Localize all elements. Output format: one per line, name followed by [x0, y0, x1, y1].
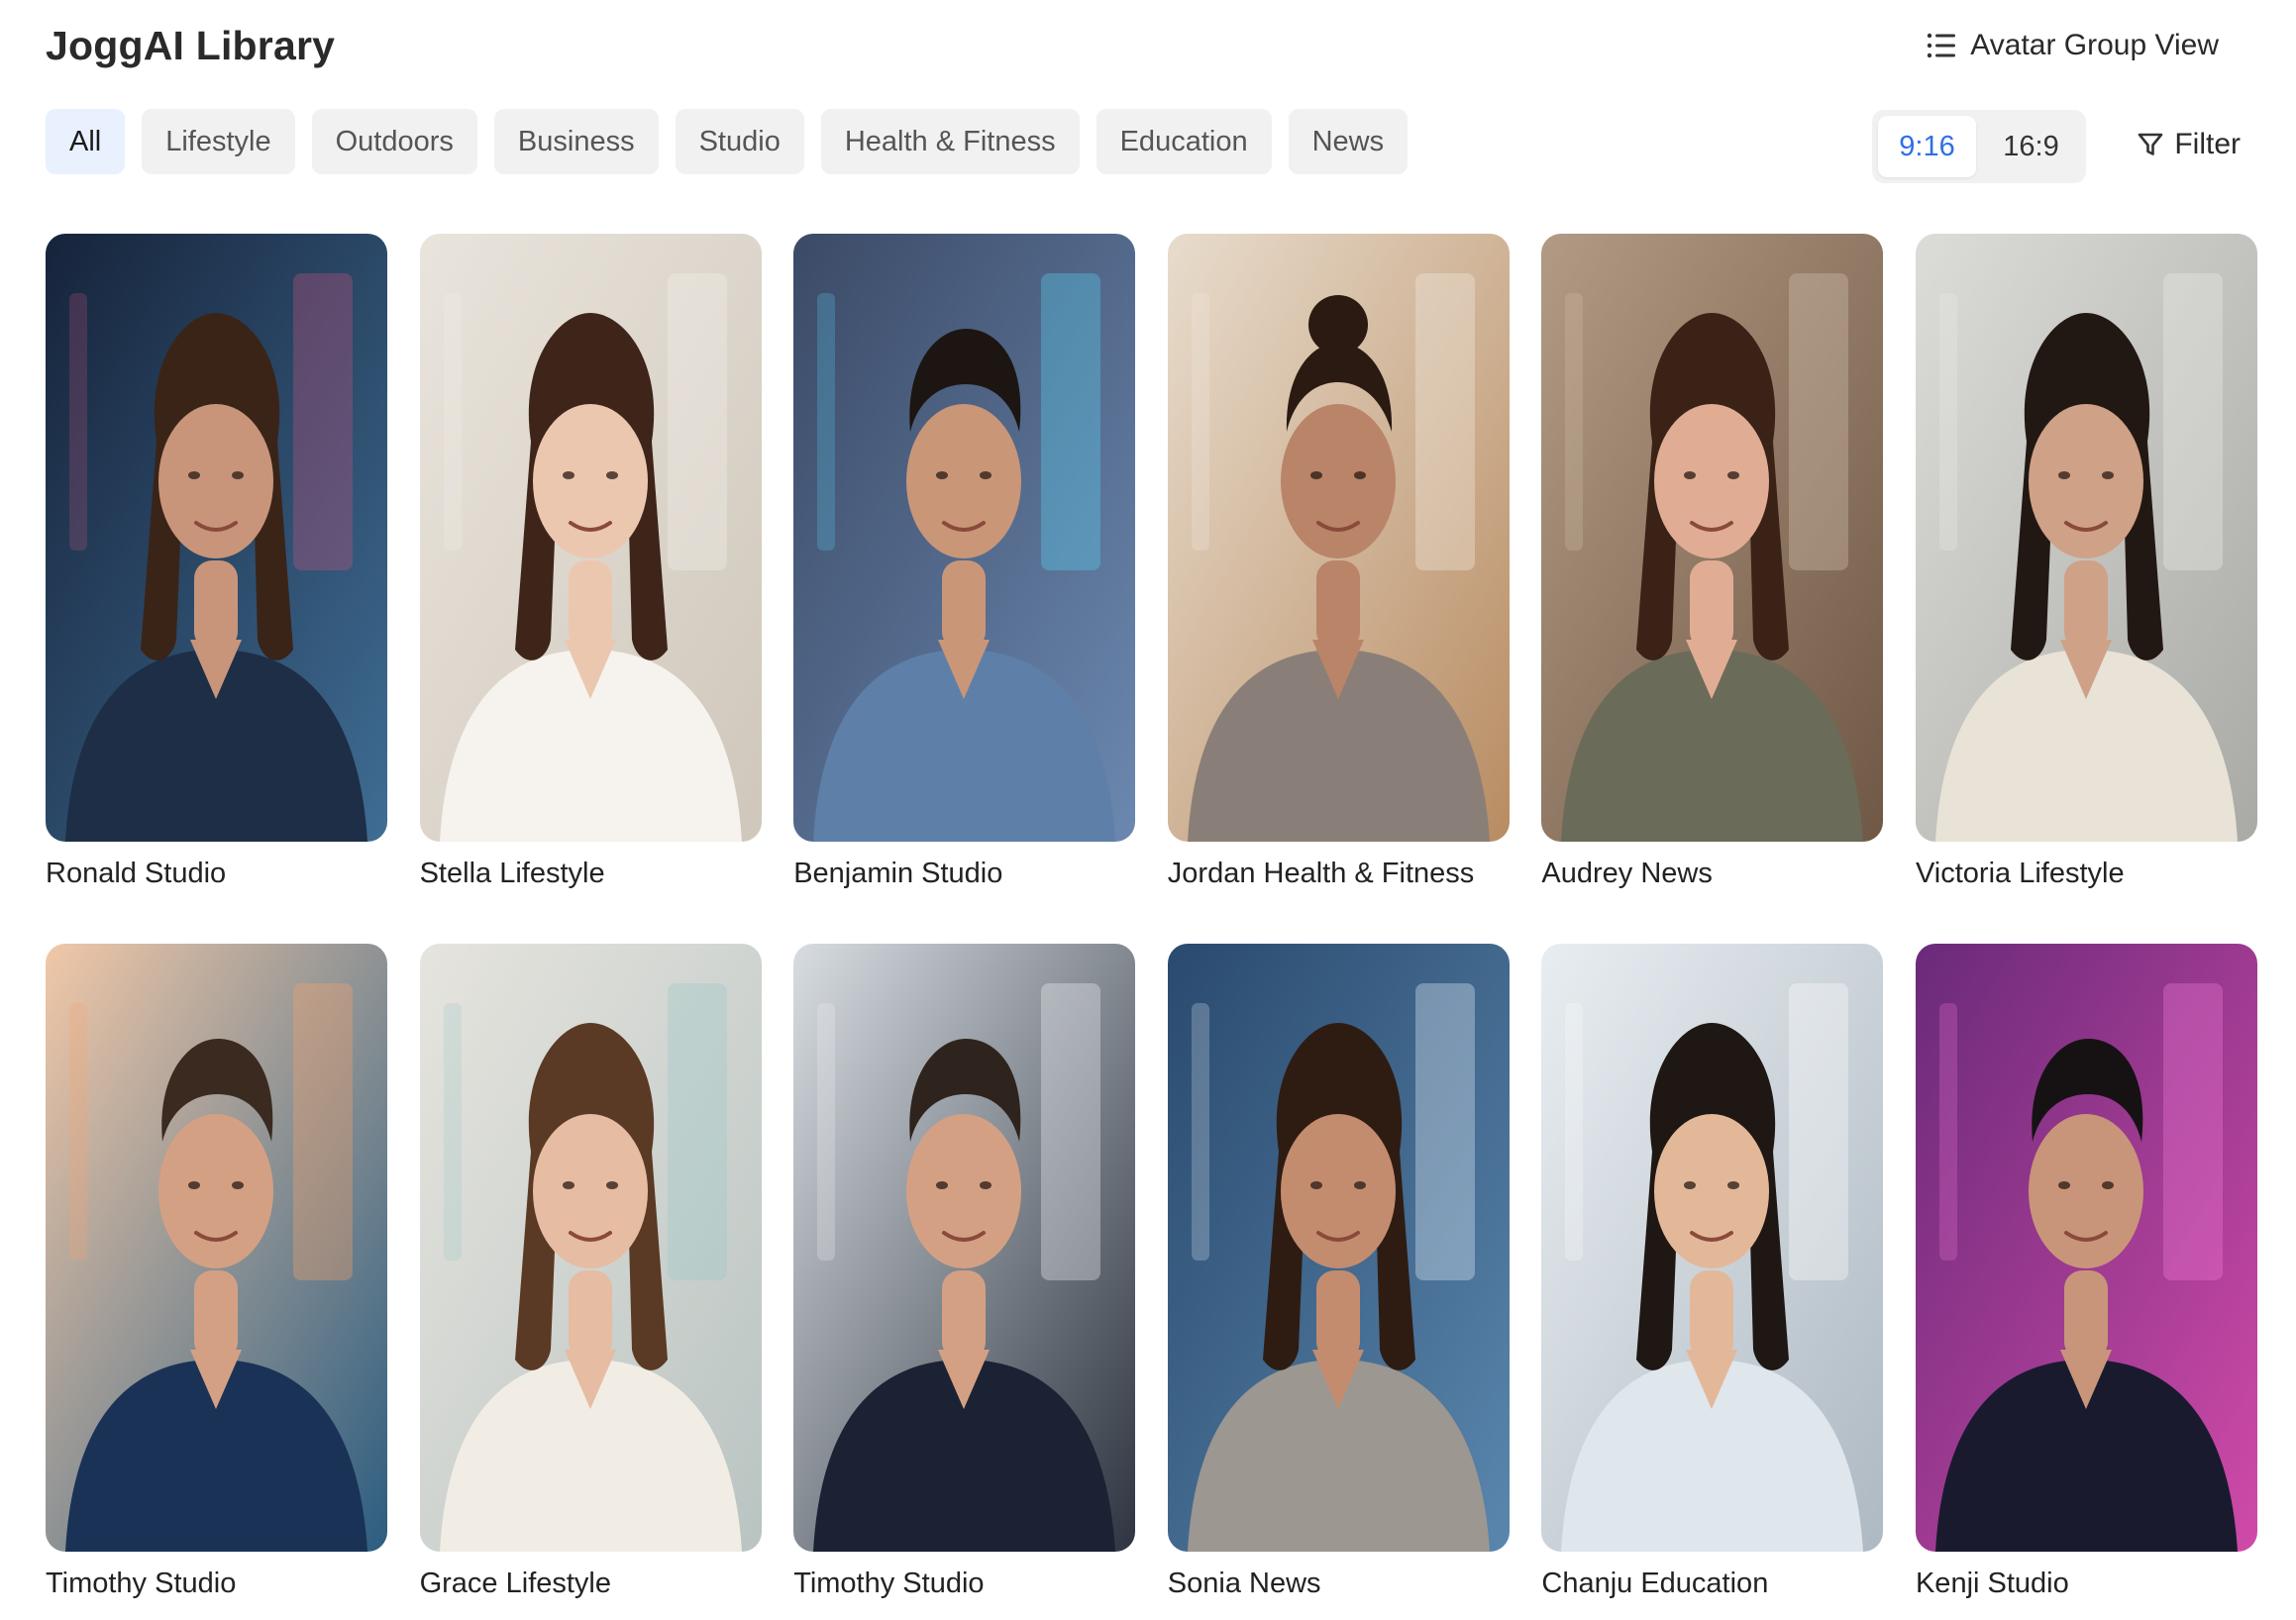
- avatar-thumbnail: [1915, 944, 2257, 1552]
- funnel-icon: [2137, 131, 2164, 158]
- category-tabs: All Lifestyle Outdoors Business Studio H…: [46, 109, 1409, 174]
- avatar-thumbnail: [419, 234, 762, 842]
- avatar-thumbnail: [1541, 944, 1884, 1552]
- avatar-name: Timothy Studio: [793, 1568, 985, 1599]
- avatar-thumbnail: [793, 944, 1136, 1552]
- avatar-card[interactable]: Victoria Lifestyle: [1915, 234, 2257, 890]
- avatar-card[interactable]: Kenji Studio: [1915, 944, 2257, 1600]
- avatar-name: Kenji Studio: [1915, 1568, 2069, 1599]
- avatar-card[interactable]: Stella Lifestyle: [419, 234, 762, 890]
- avatar-name: Sonia News: [1167, 1568, 1321, 1599]
- avatar-name: Timothy Studio: [46, 1568, 237, 1599]
- aspect-ratio-toggle: 9:16 16:9: [1872, 110, 2086, 183]
- category-chip-business[interactable]: Business: [493, 109, 659, 174]
- avatar-card[interactable]: Sonia News: [1167, 944, 1510, 1600]
- avatar-card[interactable]: Benjamin Studio: [793, 234, 1136, 890]
- avatar-card[interactable]: Timothy Studio: [46, 944, 387, 1600]
- avatar-group-view-button[interactable]: Avatar Group View: [1927, 24, 2219, 67]
- avatar-thumbnail: [1167, 944, 1510, 1552]
- avatar-name: Jordan Health & Fitness: [1167, 858, 1475, 889]
- category-chip-news[interactable]: News: [1288, 109, 1409, 174]
- avatar-thumbnail: [419, 944, 762, 1552]
- list-icon: [1927, 33, 1956, 58]
- category-chip-outdoors[interactable]: Outdoors: [311, 109, 477, 174]
- avatar-name: Ronald Studio: [46, 858, 227, 889]
- filter-button[interactable]: Filter: [2137, 123, 2241, 166]
- avatar-thumbnail: [46, 944, 387, 1552]
- category-chip-health-fitness[interactable]: Health & Fitness: [820, 109, 1080, 174]
- category-chip-studio[interactable]: Studio: [675, 109, 804, 174]
- avatar-name: Victoria Lifestyle: [1915, 858, 2125, 889]
- avatar-name: Stella Lifestyle: [419, 858, 605, 889]
- ratio-option-9-16[interactable]: 9:16: [1878, 116, 1976, 177]
- avatar-group-view-label: Avatar Group View: [1970, 29, 2219, 61]
- avatar-thumbnail: [1541, 234, 1884, 842]
- category-chip-lifestyle[interactable]: Lifestyle: [142, 109, 295, 174]
- avatar-grid: Ronald Studio Stella Lifestyle Benjamin St…: [46, 234, 2257, 1600]
- avatar-card[interactable]: Grace Lifestyle: [419, 944, 762, 1600]
- avatar-thumbnail: [46, 234, 387, 842]
- avatar-card[interactable]: Ronald Studio: [46, 234, 387, 890]
- ratio-option-16-9[interactable]: 16:9: [1982, 116, 2080, 177]
- avatar-name: Benjamin Studio: [793, 858, 1003, 889]
- category-chip-all[interactable]: All: [46, 109, 126, 174]
- page-title: JoggAI Library: [46, 23, 336, 68]
- avatar-card[interactable]: Audrey News: [1541, 234, 1884, 890]
- avatar-name: Chanju Education: [1541, 1568, 1769, 1599]
- avatar-card[interactable]: Chanju Education: [1541, 944, 1884, 1600]
- avatar-card[interactable]: Timothy Studio: [793, 944, 1136, 1600]
- avatar-thumbnail: [793, 234, 1136, 842]
- avatar-card[interactable]: Jordan Health & Fitness: [1167, 234, 1510, 890]
- filter-label: Filter: [2174, 128, 2241, 160]
- avatar-name: Audrey News: [1541, 858, 1713, 889]
- category-chip-education[interactable]: Education: [1096, 109, 1272, 174]
- avatar-thumbnail: [1915, 234, 2257, 842]
- avatar-thumbnail: [1167, 234, 1510, 842]
- avatar-name: Grace Lifestyle: [419, 1568, 612, 1599]
